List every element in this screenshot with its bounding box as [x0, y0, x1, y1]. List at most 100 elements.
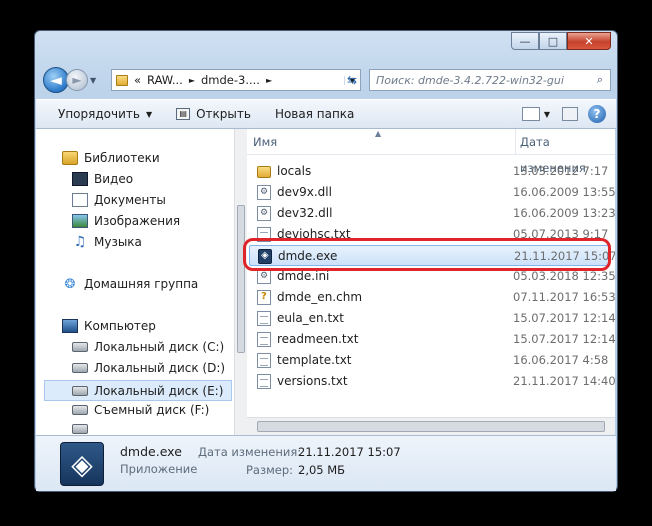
- breadcrumb-separator[interactable]: ►: [266, 76, 272, 85]
- drive-icon: [72, 385, 88, 396]
- list-item[interactable]: eula_en.txt 15.07.2017 12:14: [249, 308, 615, 329]
- organize-button[interactable]: Упорядочить ▼: [58, 107, 152, 121]
- maximize-button[interactable]: □: [539, 32, 567, 50]
- search-icon[interactable]: ⌕: [590, 73, 610, 87]
- sidebar-item-libraries[interactable]: Библиотеки: [62, 151, 160, 165]
- new-folder-button[interactable]: Новая папка: [275, 107, 354, 121]
- details-pane: ◈ dmde.exe Приложение Дата изменения: 21…: [36, 435, 616, 491]
- file-name: eula_en.txt: [277, 311, 344, 325]
- text-file-icon: [257, 374, 271, 389]
- details-size-value: 2,05 МБ: [298, 463, 346, 477]
- sidebar-item-drive-d[interactable]: Локальный диск (D:): [72, 361, 225, 375]
- recent-pages-dropdown[interactable]: ▼: [90, 76, 96, 85]
- list-item[interactable]: dev9x.dll 16.06.2009 13:55: [249, 182, 615, 203]
- list-item[interactable]: locals 13.03.2012 7:17: [249, 161, 609, 182]
- sidebar-item-label: Локальный диск (E:): [94, 383, 224, 398]
- file-list: ▲ Имя Дата изменения locals 13.03.2012 7…: [247, 129, 615, 435]
- breadcrumb-overflow[interactable]: «: [134, 73, 141, 87]
- breadcrumb-separator[interactable]: ►: [189, 76, 195, 85]
- list-item[interactable]: readmeen.txt 15.07.2017 12:14: [249, 329, 615, 350]
- file-date: 21.11.2017 15:07: [514, 249, 615, 263]
- dmde-app-icon: ◈: [60, 442, 104, 486]
- homegroup-icon: ❂: [64, 276, 76, 292]
- organize-label: Упорядочить: [58, 107, 140, 121]
- change-view-icon[interactable]: [521, 107, 540, 121]
- sidebar-item-music[interactable]: ♫ Музыка: [72, 234, 142, 250]
- file-date: 07.11.2017 16:53: [513, 290, 615, 304]
- column-date-modified[interactable]: Дата изменения: [515, 129, 615, 175]
- file-date: 21.11.2017 14:40: [513, 374, 615, 388]
- sidebar-item-label: Изображения: [94, 214, 181, 228]
- libraries-icon: [62, 151, 78, 165]
- text-file-icon: [257, 353, 271, 368]
- sidebar-item-label: Документы: [94, 193, 166, 207]
- dll-file-icon: [257, 206, 271, 221]
- drive-icon: [72, 424, 88, 434]
- breadcrumb-dmde[interactable]: dmde-3....: [201, 73, 260, 87]
- file-name: locals: [277, 164, 312, 178]
- preview-pane-icon[interactable]: [562, 107, 578, 121]
- list-item[interactable]: dev32.dll 16.06.2009 13:23: [249, 203, 615, 224]
- list-item[interactable]: versions.txt 21.11.2017 14:40: [249, 371, 615, 392]
- sidebar-item-label: Библиотеки: [84, 151, 160, 165]
- video-icon: [72, 172, 88, 186]
- view-dropdown-icon[interactable]: ▼: [544, 110, 550, 119]
- removable-drive-icon: [72, 405, 88, 415]
- scrollbar-thumb[interactable]: [257, 421, 605, 432]
- scrollbar-thumb[interactable]: [237, 205, 245, 353]
- help-file-icon: [257, 290, 271, 305]
- sidebar-item-homegroup[interactable]: ❂ Домашняя группа: [62, 276, 199, 292]
- file-name: readmeen.txt: [277, 332, 359, 346]
- system-drive-icon: [72, 342, 88, 352]
- sidebar-item-computer[interactable]: Компьютер: [62, 319, 156, 333]
- text-file-icon: [257, 332, 271, 347]
- sidebar-item-label: Компьютер: [84, 319, 156, 333]
- drive-icon: [72, 363, 88, 373]
- sidebar-item-label: Локальный диск (C:): [94, 340, 225, 354]
- close-button[interactable]: ✕: [567, 32, 611, 50]
- search-input[interactable]: Поиск: dmde-3.4.2.722-win32-gui ⌕: [369, 69, 611, 91]
- column-name[interactable]: Имя: [253, 135, 277, 149]
- sidebar-item-images[interactable]: Изображения: [72, 214, 180, 228]
- file-name: deviohsc.txt: [277, 227, 351, 241]
- address-bar[interactable]: « RAW... ► dmde-3.... ► ▼: [111, 69, 361, 91]
- dmde-app-icon: [258, 249, 272, 264]
- list-item[interactable]: deviohsc.txt 05.07.2013 9:17: [249, 224, 609, 245]
- navigation-pane: Библиотеки Видео Документы Изображения ♫…: [36, 129, 234, 435]
- file-date: 05.03.2018 12:35: [513, 269, 615, 283]
- navigation-scrollbar[interactable]: [234, 129, 247, 435]
- file-date: 15.07.2017 12:14: [513, 332, 615, 346]
- window-controls: — □ ✕: [511, 32, 611, 50]
- file-date: 16.06.2017 4:58: [513, 353, 609, 367]
- minimize-button[interactable]: —: [511, 32, 539, 50]
- sidebar-item-drive-e[interactable]: Локальный диск (E:): [44, 380, 232, 401]
- refresh-icon[interactable]: ⇆: [341, 69, 363, 91]
- list-item[interactable]: template.txt 16.06.2017 4:58: [249, 350, 609, 371]
- settings-file-icon: [257, 269, 271, 284]
- sidebar-item-label: Видео: [94, 172, 134, 186]
- folder-icon: [116, 74, 128, 86]
- list-item[interactable]: dmde_en.chm 07.11.2017 16:53: [249, 287, 615, 308]
- sidebar-item-video[interactable]: Видео: [72, 172, 133, 186]
- column-headers: ▲ Имя Дата изменения: [247, 129, 615, 175]
- sidebar-item-documents[interactable]: Документы: [72, 193, 166, 207]
- nav-buttons: ◄ ► ▼: [43, 67, 96, 93]
- help-icon[interactable]: ?: [588, 105, 606, 123]
- list-item-selected[interactable]: dmde.exe 21.11.2017 15:07: [249, 245, 615, 266]
- list-item[interactable]: dmde.ini 05.03.2018 12:35: [249, 266, 615, 287]
- folder-icon: [257, 166, 271, 178]
- file-name: versions.txt: [277, 374, 348, 388]
- explorer-window: — □ ✕ ◄ ► ▼ « RAW... ► dmde-3.... ► ▼ ⇆ …: [34, 30, 618, 492]
- sidebar-item-drive-f[interactable]: Съемный диск (F:): [72, 403, 209, 417]
- breadcrumb-raw[interactable]: RAW...: [147, 73, 183, 87]
- forward-button[interactable]: ►: [66, 69, 88, 91]
- sidebar-item-drive-c[interactable]: Локальный диск (C:): [72, 340, 224, 354]
- file-date: 16.06.2009 13:23: [513, 206, 615, 220]
- file-name: dmde_en.chm: [277, 290, 363, 304]
- open-button[interactable]: ▤ Открыть: [176, 107, 251, 121]
- file-list-scrollbar[interactable]: [247, 417, 615, 435]
- sidebar-item-drive-g-partial[interactable]: [72, 424, 94, 434]
- file-name: dev32.dll: [277, 206, 333, 220]
- file-name: dev9x.dll: [277, 185, 332, 199]
- search-placeholder: Поиск: dmde-3.4.2.722-win32-gui: [376, 73, 564, 87]
